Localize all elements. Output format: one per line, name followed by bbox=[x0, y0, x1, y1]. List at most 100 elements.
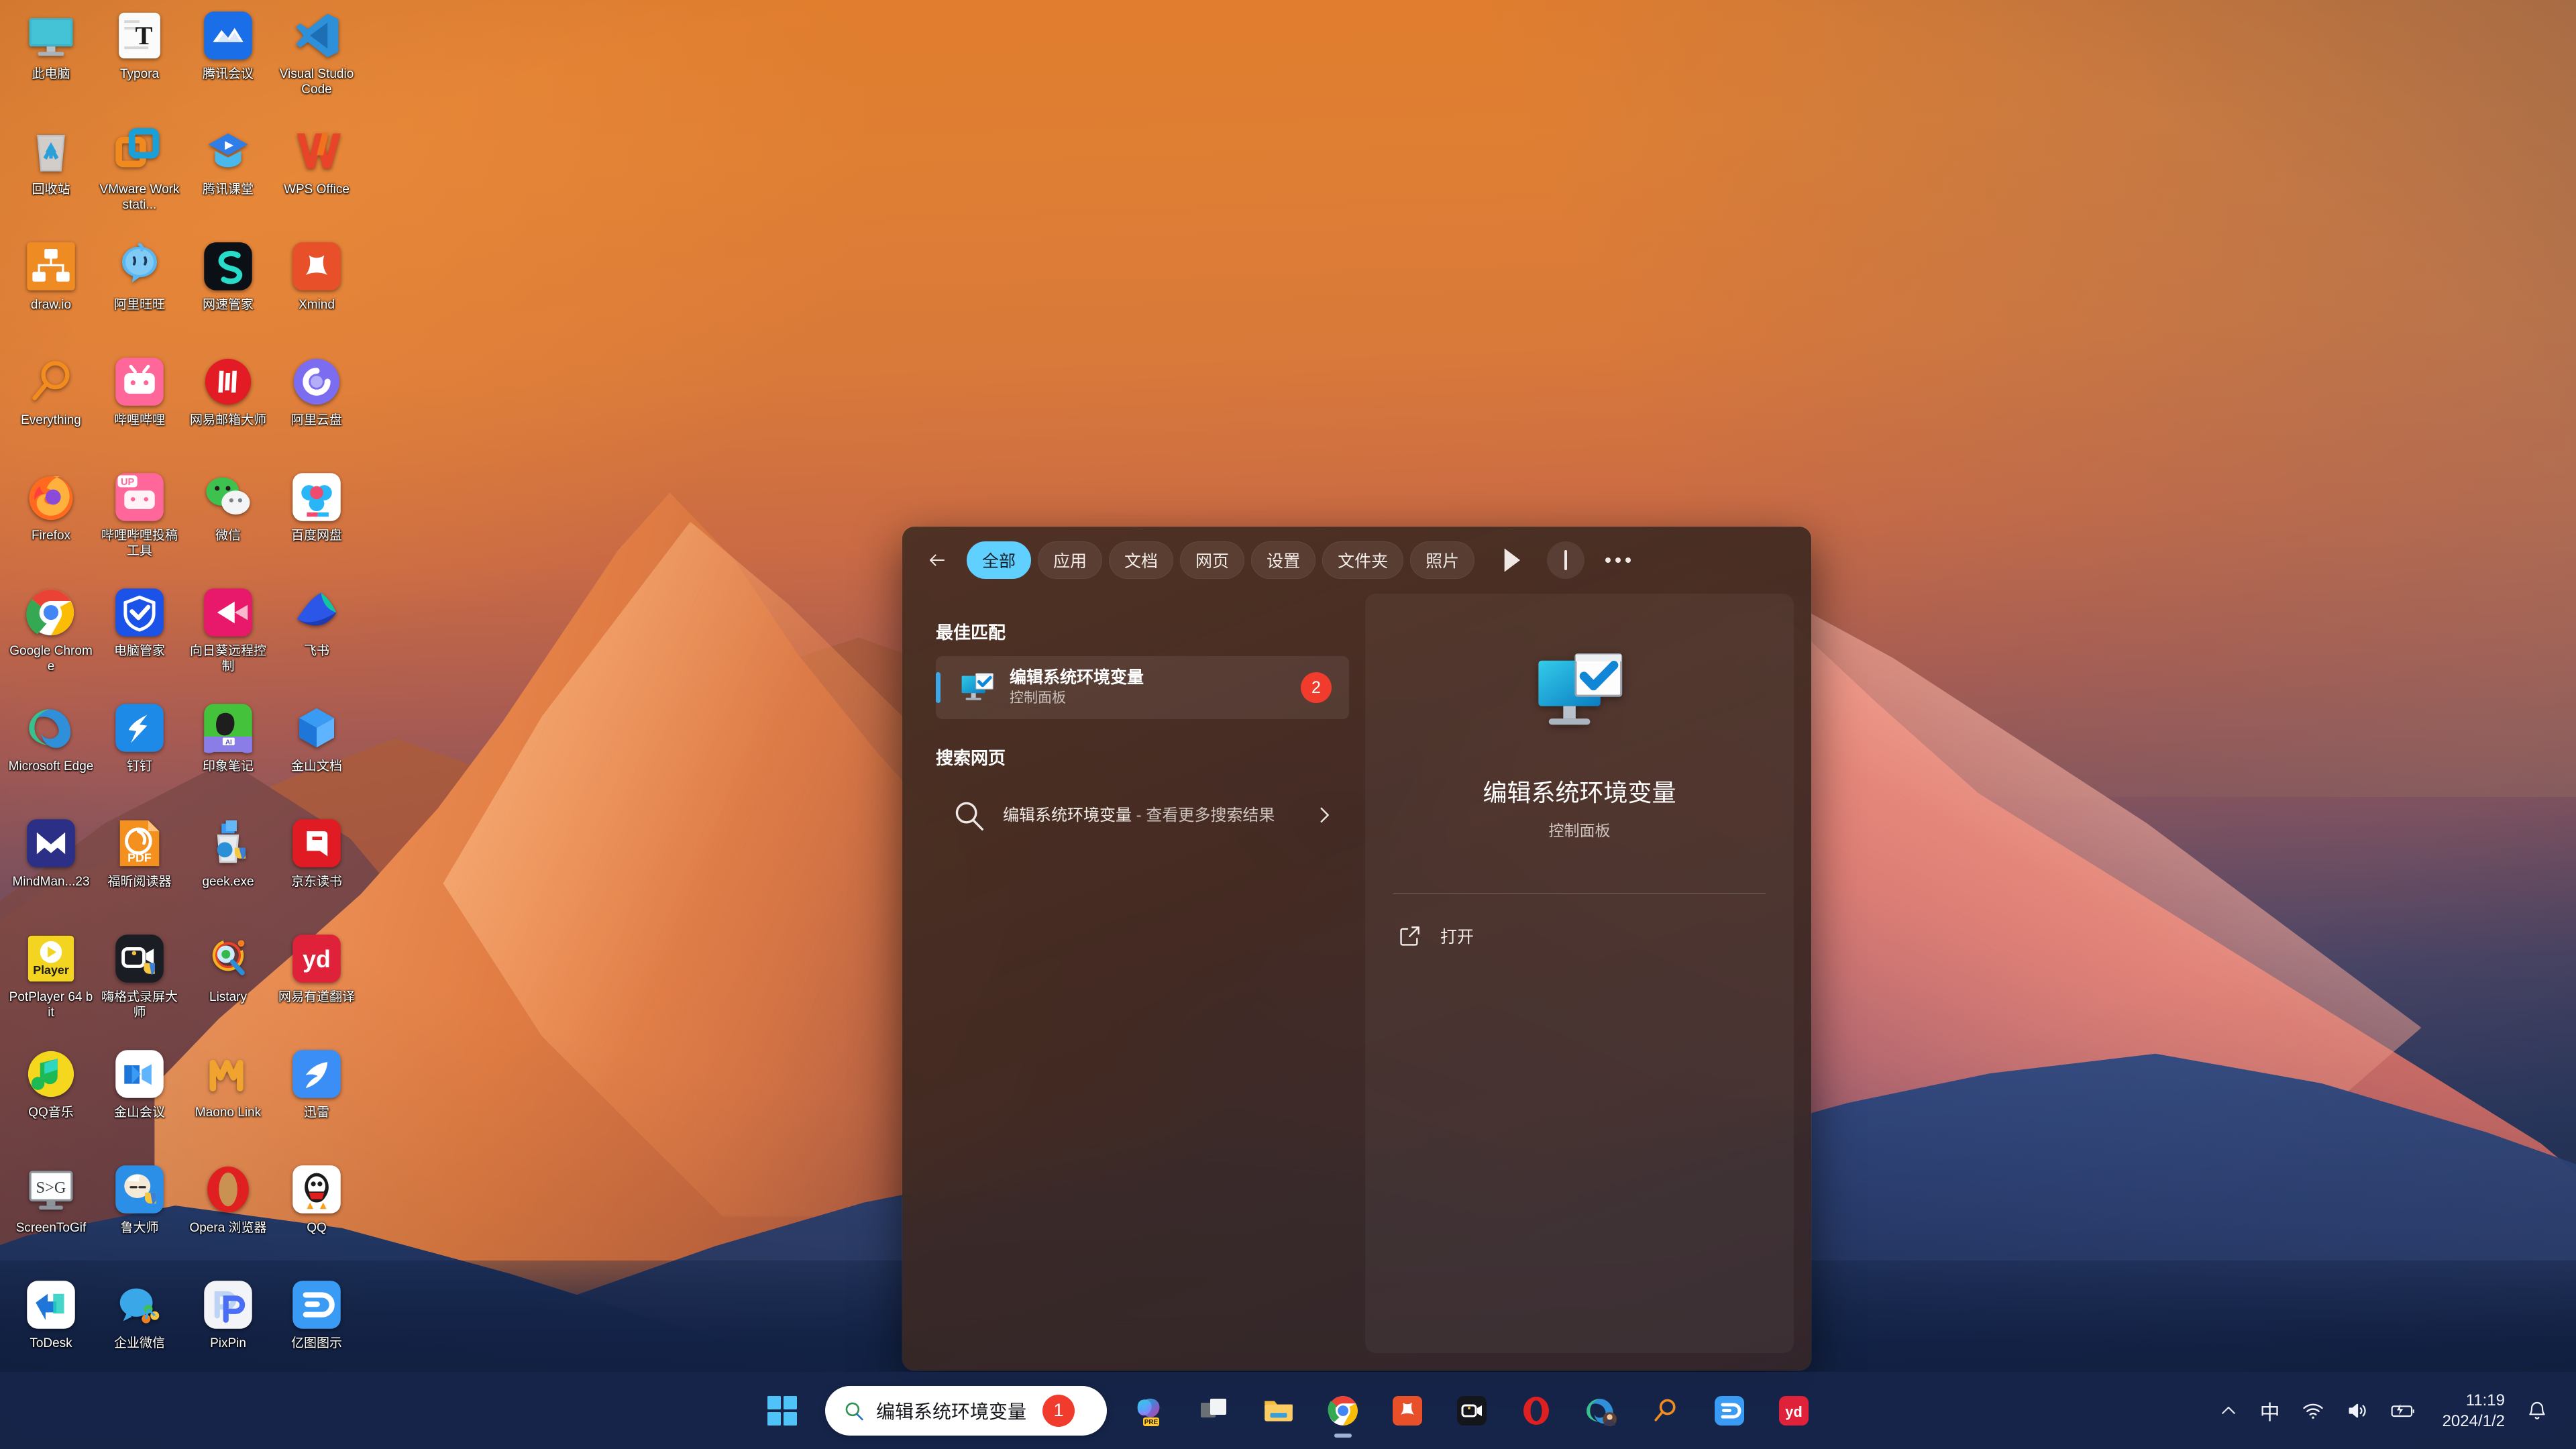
taskbar-file-explorer-button[interactable] bbox=[1246, 1379, 1311, 1442]
desktop-icon-4[interactable]: Visual Studio Code bbox=[272, 5, 361, 121]
taskbar-edge-button[interactable] bbox=[1568, 1379, 1633, 1442]
open-action-button[interactable]: 打开 bbox=[1393, 923, 1766, 949]
desktop-icon-11[interactable]: 网速管家 bbox=[184, 236, 272, 352]
system-tray: 中 11:19 2024/1/2 bbox=[2208, 1372, 2576, 1449]
taskbar-copilot-button[interactable]: PRE bbox=[1118, 1379, 1182, 1442]
desktop-icon-37[interactable]: QQ音乐 bbox=[7, 1044, 95, 1159]
desktop-icon-18[interactable]: UP 哔哩哔哩投稿工具 bbox=[95, 467, 184, 582]
desktop-icon-17[interactable]: Firefox bbox=[7, 467, 95, 582]
desktop-icon-40[interactable]: 迅雷 bbox=[272, 1044, 361, 1159]
desktop-icon-7[interactable]: 腾讯课堂 bbox=[184, 121, 272, 236]
desktop-icon-2[interactable]: T Typora bbox=[95, 5, 184, 121]
desktop-icon-label: 亿图图示 bbox=[290, 1336, 342, 1350]
opera-icon bbox=[202, 1163, 254, 1216]
taskbar-xmind-button[interactable] bbox=[1375, 1379, 1440, 1442]
desktop-icon-6[interactable]: VMware Workstati... bbox=[95, 121, 184, 236]
mindmanager-icon bbox=[25, 817, 77, 869]
taskbar-clock[interactable]: 11:19 2024/1/2 bbox=[2428, 1390, 2516, 1432]
wifi-icon[interactable] bbox=[2291, 1379, 2335, 1442]
desktop-icon-41[interactable]: S>G ScreenToGif bbox=[7, 1159, 95, 1275]
chevron-up-icon[interactable] bbox=[2208, 1379, 2249, 1442]
desktop-icon-label: PotPlayer 64 bit bbox=[9, 990, 93, 1020]
desktop-icon-3[interactable]: 腾讯会议 bbox=[184, 5, 272, 121]
desktop-icon-38[interactable]: 金山会议 bbox=[95, 1044, 184, 1159]
desktop-icon-32[interactable]: 京东读书 bbox=[272, 813, 361, 928]
desktop-icon-1[interactable]: 此电脑 bbox=[7, 5, 95, 121]
filter-divider-button[interactable] bbox=[1547, 541, 1585, 579]
desktop-icon-25[interactable]: Microsoft Edge bbox=[7, 698, 95, 813]
desktop-icon-12[interactable]: Xmind bbox=[272, 236, 361, 352]
volume-icon[interactable] bbox=[2335, 1379, 2379, 1442]
desktop-icon-31[interactable]: geek.exe bbox=[184, 813, 272, 928]
desktop-icon-43[interactable]: Opera 浏览器 bbox=[184, 1159, 272, 1275]
desktop-icon-19[interactable]: 微信 bbox=[184, 467, 272, 582]
desktop-icon-10[interactable]: 阿里旺旺 bbox=[95, 236, 184, 352]
desktop-icon-label: 嗨格式录屏大师 bbox=[101, 990, 178, 1020]
search-filter-6[interactable]: 文件夹 bbox=[1322, 541, 1404, 579]
ime-indicator[interactable]: 中 bbox=[2249, 1379, 2291, 1442]
typora-icon: T bbox=[113, 9, 166, 62]
search-flyout-panel: 全部 应用 文档 网页 设置 文件夹 照片 最佳匹配 编辑系统环境变量 控制面板… bbox=[902, 527, 1811, 1371]
desktop-icon-5[interactable]: 回收站 bbox=[7, 121, 95, 236]
desktop-icon-label: 腾讯课堂 bbox=[202, 182, 254, 197]
back-arrow-icon[interactable] bbox=[918, 541, 956, 579]
svg-text:yd: yd bbox=[1785, 1403, 1803, 1420]
desktop-icon-9[interactable]: draw.io bbox=[7, 236, 95, 352]
desktop-icon-30[interactable]: PDF 福昕阅读器 bbox=[95, 813, 184, 928]
desktop-icon-29[interactable]: MindMan...23 bbox=[7, 813, 95, 928]
chevron-right-icon bbox=[1313, 804, 1336, 826]
desktop-icon-20[interactable]: 百度网盘 bbox=[272, 467, 361, 582]
more-options-icon[interactable] bbox=[1599, 541, 1637, 579]
desktop-icon-label: Opera 浏览器 bbox=[189, 1221, 267, 1235]
desktop-icon-16[interactable]: 阿里云盘 bbox=[272, 352, 361, 467]
desktop-icon-22[interactable]: 电脑管家 bbox=[95, 582, 184, 698]
play-arrow-icon[interactable] bbox=[1492, 541, 1529, 579]
desktop-icon-15[interactable]: 网易邮箱大师 bbox=[184, 352, 272, 467]
battery-charging-icon[interactable] bbox=[2379, 1379, 2428, 1442]
taskbar-screen-recorder-button[interactable] bbox=[1440, 1379, 1504, 1442]
search-filter-5[interactable]: 设置 bbox=[1251, 541, 1316, 579]
taskbar-chrome-button[interactable] bbox=[1311, 1379, 1375, 1442]
desktop-icon-33[interactable]: Player PotPlayer 64 bit bbox=[7, 928, 95, 1044]
best-match-result-row[interactable]: 编辑系统环境变量 控制面板 2 bbox=[936, 656, 1349, 719]
taskbar-everything-button[interactable] bbox=[1633, 1379, 1697, 1442]
best-match-text: 编辑系统环境变量 控制面板 bbox=[1010, 667, 1144, 708]
web-search-suffix: - 查看更多搜索结果 bbox=[1132, 806, 1275, 824]
web-search-result-row[interactable]: 编辑系统环境变量 - 查看更多搜索结果 bbox=[936, 782, 1349, 849]
desktop-icon-label: Microsoft Edge bbox=[8, 759, 94, 773]
taskbar-youdao-button[interactable]: yd bbox=[1762, 1379, 1826, 1442]
desktop-icon-label: geek.exe bbox=[202, 875, 254, 889]
desktop-icon-21[interactable]: Google Chrome bbox=[7, 582, 95, 698]
desktop-icon-label: 福昕阅读器 bbox=[107, 875, 172, 889]
desktop-icon-label: 微信 bbox=[215, 529, 241, 543]
desktop-icon-39[interactable]: Maono Link bbox=[184, 1044, 272, 1159]
search-filter-1[interactable]: 全部 bbox=[967, 541, 1032, 579]
desktop-icon-24[interactable]: 飞书 bbox=[272, 582, 361, 698]
desktop-icon-label: Maono Link bbox=[195, 1106, 262, 1120]
desktop-icon-34[interactable]: 嗨格式录屏大师 bbox=[95, 928, 184, 1044]
search-filter-3[interactable]: 文档 bbox=[1109, 541, 1174, 579]
desktop-icon-14[interactable]: 哔哩哔哩 bbox=[95, 352, 184, 467]
desktop-icon-27[interactable]: AI 印象笔记 bbox=[184, 698, 272, 813]
windows-start-icon[interactable] bbox=[750, 1379, 814, 1442]
desktop-icon-label: 阿里云盘 bbox=[290, 413, 342, 427]
desktop-icon-28[interactable]: 金山文档 bbox=[272, 698, 361, 813]
desktop-icon-44[interactable]: QQ bbox=[272, 1159, 361, 1275]
desktop-icon-42[interactable]: 鲁大师 bbox=[95, 1159, 184, 1275]
search-filter-4[interactable]: 网页 bbox=[1180, 541, 1245, 579]
svg-text:T: T bbox=[135, 21, 152, 50]
bell-icon[interactable] bbox=[2516, 1379, 2559, 1442]
desktop-icon-23[interactable]: 向日葵远程控制 bbox=[184, 582, 272, 698]
desktop-icon-13[interactable]: Everything bbox=[7, 352, 95, 467]
desktop-icon-35[interactable]: Listary bbox=[184, 928, 272, 1044]
desktop-icon-26[interactable]: 钉钉 bbox=[95, 698, 184, 813]
desktop-icon-label: ToDesk bbox=[30, 1336, 72, 1350]
taskbar-task-view-button[interactable] bbox=[1182, 1379, 1246, 1442]
taskbar-opera-button[interactable] bbox=[1504, 1379, 1568, 1442]
desktop-icon-36[interactable]: yd 网易有道翻译 bbox=[272, 928, 361, 1044]
search-filter-7[interactable]: 照片 bbox=[1410, 541, 1475, 579]
taskbar-edraw-button[interactable] bbox=[1697, 1379, 1762, 1442]
search-filter-2[interactable]: 应用 bbox=[1038, 541, 1103, 579]
desktop-icon-8[interactable]: WPS Office bbox=[272, 121, 361, 236]
taskbar-search-input[interactable]: 编辑系统环境变量 1 bbox=[825, 1385, 1107, 1436]
